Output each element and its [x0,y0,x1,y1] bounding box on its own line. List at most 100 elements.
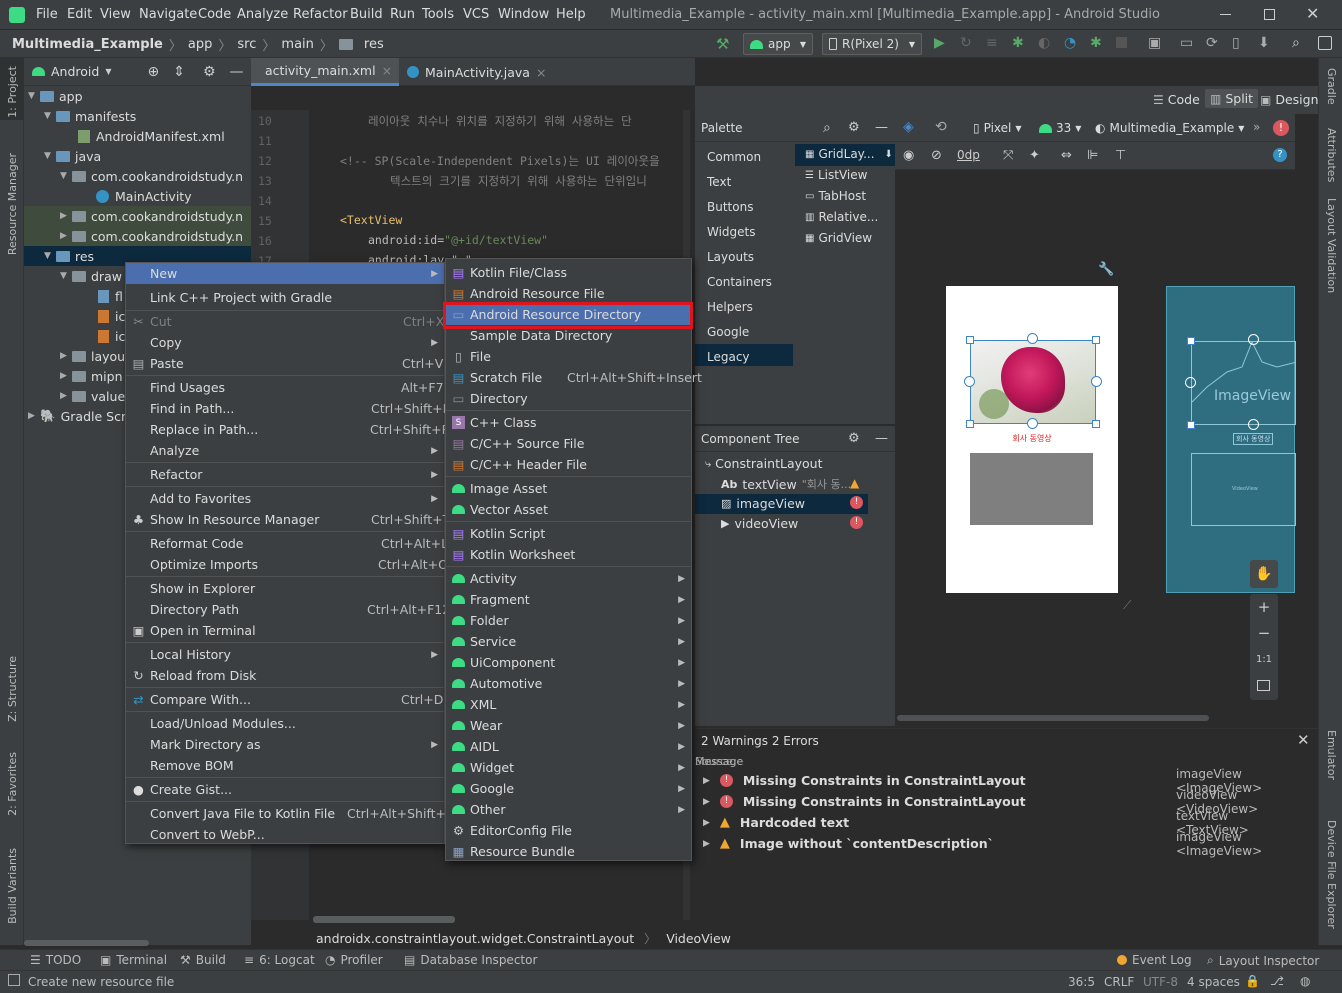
menu-item-other[interactable]: Other ▶ [446,799,691,820]
more-icon[interactable]: » [1253,120,1260,134]
menu-run[interactable]: Run [390,7,415,22]
palette-item[interactable]: ▭ TabHost [805,189,866,203]
blueprint-videoview[interactable]: VideoView [1191,453,1296,526]
default-margin-select[interactable]: 0dp [957,148,980,162]
logcat-tool-button[interactable]: ≡ 6: Logcat [244,953,315,967]
project-view-select[interactable]: Android [51,64,99,79]
error-icon[interactable]: ! [1273,120,1289,136]
zoom-to-fit-button[interactable] [1257,680,1270,691]
menu-item-new[interactable]: New ▶ [126,263,444,284]
layers-icon[interactable]: ◈ [903,119,914,135]
menu-item-editorconfig-file[interactable]: ⚙ EditorConfig File [446,820,691,841]
palette-item[interactable]: ▦ GridView [805,231,872,245]
tree-item-manifests[interactable]: ▼ manifests [24,106,251,126]
infer-constraints-icon[interactable]: ✦ [1029,148,1040,163]
editor-horizontal-scrollbar[interactable] [313,916,455,923]
memory-icon[interactable]: ◍ [1300,974,1310,988]
palette-category[interactable]: Helpers [707,300,753,314]
pan-hand-icon[interactable]: ✋ [1250,560,1278,588]
rerun-icon[interactable]: ↻ [960,35,972,51]
crumb-res[interactable]: res [364,37,384,52]
menu-item-sample-data-directory[interactable]: Sample Data Directory [446,325,691,346]
orientation-icon[interactable]: ⟲ [935,119,947,135]
caret-position[interactable]: 36:5 [1068,975,1095,989]
hide-panel-icon[interactable]: — [875,120,888,135]
event-log-tool-button[interactable]: Event Log [1117,953,1192,967]
menu-item-uicomponent[interactable]: UiComponent ▶ [446,652,691,673]
minimize-button[interactable] [1220,14,1231,15]
palette-category[interactable]: Containers [707,275,772,289]
component-tree-item[interactable]: ▶ videoView [721,516,798,531]
tree-item-package-3[interactable]: ▶ com.cookandroidstudy.n [24,226,251,246]
menu-item-show-in-explorer[interactable]: Show in Explorer [126,578,444,599]
menu-item-mark-directory-as[interactable]: Mark Directory as ▶ [126,734,444,755]
account-icon[interactable] [1318,36,1332,50]
hide-panel-icon[interactable]: — [230,64,244,80]
menu-item-refactor[interactable]: Refactor ▶ [126,464,444,485]
menu-item-reformat-code[interactable]: Reformat Code Ctrl+Alt+L [126,533,448,554]
align-icon[interactable]: ⊫ [1087,148,1098,163]
menu-item-google[interactable]: Google ▶ [446,778,691,799]
eye-icon[interactable]: ◉ [903,148,914,163]
device-select[interactable]: R(Pixel 2) ▼ [822,33,922,55]
magnet-icon[interactable]: ⊘ [931,148,942,163]
collapse-all-icon[interactable]: ⇕ [173,64,185,80]
blueprint-caption[interactable]: 회사 동영상 [1233,433,1274,445]
menu-item-compare-with[interactable]: ⇄ Compare With... Ctrl+D [126,689,444,710]
guidelines-icon[interactable]: ⊤ [1115,148,1126,163]
palette-category[interactable]: Buttons [707,200,753,214]
constraint-handle[interactable] [964,376,975,387]
avd-manager-icon[interactable]: ⟳ [1206,35,1218,51]
file-encoding[interactable]: UTF-8 [1143,975,1178,989]
menu-item-convert-to-webp[interactable]: Convert to WebP... [126,824,444,845]
problem-row[interactable]: ▶ ! Missing Constraints in ConstraintLay… [703,788,1303,816]
menu-item-reload-from-disk[interactable]: ↻ Reload from Disk [126,665,444,686]
terminal-tool-button[interactable]: ▣ Terminal [100,953,167,967]
layout-validation-tool-label[interactable]: Layout Validation [1325,198,1338,293]
build-variants-tool-label[interactable]: Build Variants [6,848,19,924]
device-manager-icon[interactable]: ▯ [1232,35,1240,51]
component-tree-item[interactable]: ▨ imageView [721,496,805,511]
menu-item-remove-bom[interactable]: Remove BOM [126,755,444,776]
tool-windows-toggle-icon[interactable] [8,974,20,986]
menu-help[interactable]: Help [556,7,586,22]
constraint-handle[interactable] [1248,334,1259,345]
structure-tool-label[interactable]: Z: Structure [6,656,19,722]
menu-item-add-to-favorites[interactable]: Add to Favorites ▶ [126,488,444,509]
menu-item-vector-asset[interactable]: Vector Asset [446,499,691,520]
close-window-button[interactable]: ✕ [1306,4,1319,23]
profiler-tool-button[interactable]: ◔ Profiler [325,953,383,967]
hide-panel-icon[interactable]: — [875,431,888,446]
tree-item-manifest-file[interactable]: AndroidManifest.xml [24,126,251,146]
menu-item-fragment[interactable]: Fragment ▶ [446,589,691,610]
palette-category[interactable]: Common [707,150,761,164]
resource-manager-tool-label[interactable]: Resource Manager [6,153,19,255]
menu-item-find-in-path[interactable]: Find in Path... Ctrl+Shift+F [126,398,450,419]
menu-item-android-resource-file[interactable]: ▤ Android Resource File [446,283,691,304]
problem-row[interactable]: ▶ ▲ Hardcoded text textView <TextView> [703,809,1303,837]
blueprint-imageview[interactable]: ImageView [1191,341,1296,425]
menu-item-replace-in-path[interactable]: Replace in Path... Ctrl+Shift+R [126,419,450,440]
imageview-preview[interactable] [970,340,1096,424]
tree-item-package-1[interactable]: ▼ com.cookandroidstudy.n [24,166,251,186]
palette-category[interactable]: Google [707,325,749,339]
debug-icon[interactable]: ✱ [1012,35,1024,51]
canvas-horizontal-scrollbar[interactable] [897,715,1209,721]
design-canvas[interactable]: 🔧 회사 동영상 ⟋ ImageView 회사 동영상 VideoView ✋ … [895,170,1296,721]
menu-tools[interactable]: Tools [422,7,454,22]
palette-category[interactable]: Legacy [707,350,750,364]
palette-category[interactable]: Widgets [707,225,756,239]
constraint-handle[interactable] [1027,333,1038,344]
problem-row[interactable]: ▶ ! Missing Constraints in ConstraintLay… [703,767,1303,795]
resize-handle[interactable] [1092,336,1100,344]
palette-item[interactable]: ▥ Relative... [805,210,878,224]
run-icon[interactable]: ▶ [934,35,945,51]
menu-build[interactable]: Build [350,7,383,22]
gear-icon[interactable]: ⚙ [848,120,860,135]
breadcrumb-constraintlayout[interactable]: androidx.constraintlayout.widget.Constra… [316,931,634,946]
build-tool-button[interactable]: ⚒ Build [180,953,226,967]
problem-row[interactable]: ▶ ▲ Image without `contentDescription` i… [703,830,1303,858]
resize-handle[interactable] [966,336,974,344]
menu-item-find-usages[interactable]: Find Usages Alt+F7 [126,377,444,398]
menu-item-wear[interactable]: Wear ▶ [446,715,691,736]
